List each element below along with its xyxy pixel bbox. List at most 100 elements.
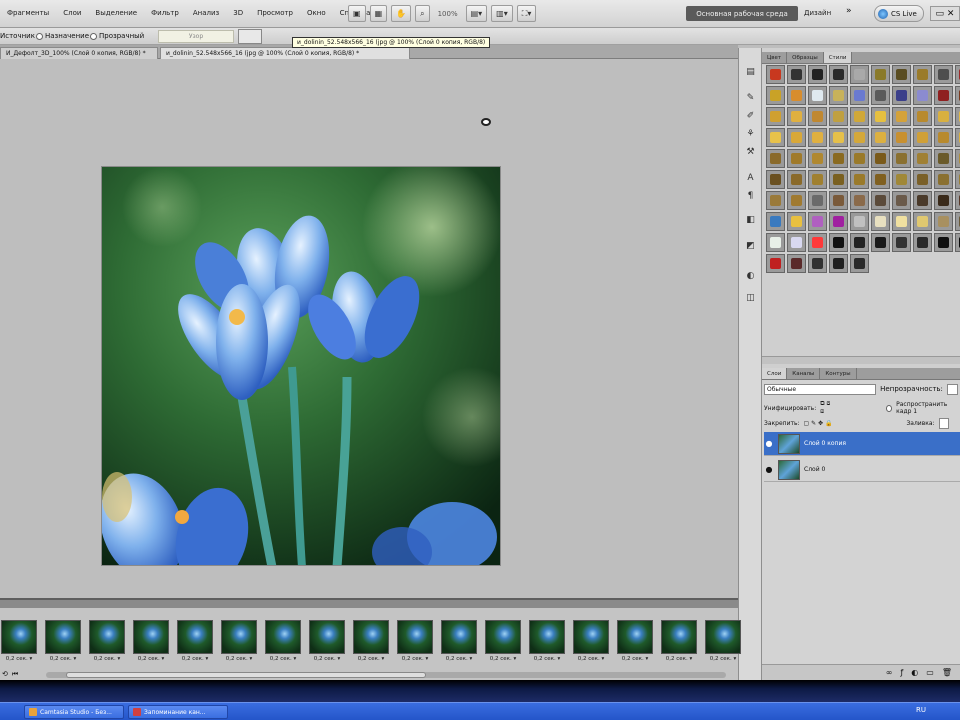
frame-delay[interactable]: 0,2 сек. ▾ xyxy=(182,656,208,662)
animation-frame[interactable]: 0,2 сек. ▾ xyxy=(0,620,38,668)
style-swatch[interactable] xyxy=(829,212,848,231)
style-swatch[interactable] xyxy=(913,65,932,84)
style-swatch[interactable] xyxy=(913,191,932,210)
style-swatch[interactable] xyxy=(871,128,890,147)
style-swatch[interactable] xyxy=(829,170,848,189)
style-swatch[interactable] xyxy=(850,212,869,231)
animation-frame[interactable]: 0,2 сек. ▾ xyxy=(704,620,742,668)
layer-row[interactable]: ● Слой 0 xyxy=(764,458,960,482)
style-swatch[interactable] xyxy=(787,170,806,189)
style-swatch[interactable] xyxy=(850,170,869,189)
style-swatch[interactable] xyxy=(892,86,911,105)
animation-frame[interactable]: 0,2 сек. ▾ xyxy=(132,620,170,668)
zoom-level[interactable]: 100% xyxy=(434,10,462,18)
animation-frame[interactable]: 0,2 сек. ▾ xyxy=(352,620,390,668)
style-swatch[interactable] xyxy=(829,233,848,252)
style-swatch[interactable] xyxy=(829,107,848,126)
animation-frame[interactable]: 0,2 сек. ▾ xyxy=(308,620,346,668)
tab-swatches[interactable]: Образцы xyxy=(787,52,824,63)
style-swatch[interactable] xyxy=(850,128,869,147)
style-swatch[interactable] xyxy=(871,86,890,105)
style-swatch[interactable] xyxy=(808,233,827,252)
frame-delay[interactable]: 0,2 сек. ▾ xyxy=(138,656,164,662)
style-swatch[interactable] xyxy=(829,65,848,84)
lock-icons[interactable]: ▢ ✎ ✥ 🔒 xyxy=(804,420,833,427)
loop-icon[interactable]: ⟲ xyxy=(2,670,8,679)
style-swatch[interactable] xyxy=(934,86,953,105)
style-swatch[interactable] xyxy=(892,128,911,147)
style-swatch[interactable] xyxy=(850,86,869,105)
animation-frame[interactable]: 0,2 сек. ▾ xyxy=(88,620,126,668)
animation-frame[interactable]: 0,2 сек. ▾ xyxy=(484,620,522,668)
brush-presets-icon[interactable]: ✎ xyxy=(744,92,757,105)
style-swatch[interactable] xyxy=(829,254,848,273)
trash-icon[interactable]: 🗑 xyxy=(942,668,952,677)
tab-document-2[interactable]: и_dolinin_52.548x566_16 (jpg @ 100% (Сло… xyxy=(160,47,410,59)
fx-icon[interactable]: ƒ xyxy=(900,668,903,677)
animation-frame[interactable]: 0,2 сек. ▾ xyxy=(616,620,654,668)
style-swatch[interactable] xyxy=(955,149,960,168)
mask-icon[interactable]: ◐ xyxy=(911,668,918,677)
animation-frame[interactable]: 0,2 сек. ▾ xyxy=(220,620,258,668)
eye-icon[interactable]: ● xyxy=(764,465,774,474)
style-swatch[interactable] xyxy=(892,107,911,126)
style-swatch[interactable] xyxy=(892,65,911,84)
frame-delay[interactable]: 0,2 сек. ▾ xyxy=(666,656,692,662)
style-swatch[interactable] xyxy=(913,107,932,126)
frame-delay[interactable]: 0,2 сек. ▾ xyxy=(534,656,560,662)
style-swatch[interactable] xyxy=(808,254,827,273)
menu-item-select[interactable]: Выделение xyxy=(88,9,144,17)
menu-item-layers[interactable]: Слои xyxy=(56,9,88,17)
taskbar-button-recorder[interactable]: Запоминание кан... xyxy=(128,705,228,719)
style-swatch[interactable] xyxy=(955,65,960,84)
style-swatch[interactable] xyxy=(808,128,827,147)
tab-document-1[interactable]: И_Дефолт_3D_100% (Слой 0 копия, RGB/8) * xyxy=(0,47,158,59)
animation-frame[interactable]: 0,2 сек. ▾ xyxy=(44,620,82,668)
animation-frame[interactable]: 0,2 сек. ▾ xyxy=(440,620,478,668)
frame-delay[interactable]: 0,2 сек. ▾ xyxy=(578,656,604,662)
style-swatch[interactable] xyxy=(892,191,911,210)
animation-scroll-thumb[interactable] xyxy=(66,672,426,678)
tab-paths[interactable]: Контуры xyxy=(820,368,857,379)
first-frame-icon[interactable]: ⏮ xyxy=(12,670,18,679)
arrange-icon[interactable]: ▥▾ xyxy=(491,5,513,22)
navigator-icon[interactable]: ◫ xyxy=(744,292,757,305)
tab-color[interactable]: Цвет xyxy=(762,52,788,63)
style-swatch[interactable] xyxy=(808,65,827,84)
style-swatch[interactable] xyxy=(955,107,960,126)
window-controls[interactable]: ▭ ✕ xyxy=(930,6,960,21)
frame-delay[interactable]: 0,2 сек. ▾ xyxy=(6,656,32,662)
style-swatch[interactable] xyxy=(787,191,806,210)
style-swatch[interactable] xyxy=(766,128,785,147)
option-source[interactable]: Источник xyxy=(0,32,35,40)
frame-delay[interactable]: 0,2 сек. ▾ xyxy=(226,656,252,662)
style-swatch[interactable] xyxy=(955,191,960,210)
style-swatch[interactable] xyxy=(766,149,785,168)
frame-delay[interactable]: 0,2 сек. ▾ xyxy=(446,656,472,662)
style-swatch[interactable] xyxy=(913,233,932,252)
menu-item-window[interactable]: Окно xyxy=(300,9,333,17)
more-workspaces-icon[interactable]: » xyxy=(846,6,860,20)
style-swatch[interactable] xyxy=(871,149,890,168)
menu-item-fragments[interactable]: Фрагменты xyxy=(0,9,56,17)
propagate-checkbox[interactable] xyxy=(885,404,893,412)
style-swatch[interactable] xyxy=(934,128,953,147)
style-swatch[interactable] xyxy=(871,170,890,189)
style-swatch[interactable] xyxy=(934,65,953,84)
view-extras-icon[interactable]: ▤▾ xyxy=(465,5,488,22)
style-swatch[interactable] xyxy=(934,170,953,189)
frame-delay[interactable]: 0,2 сек. ▾ xyxy=(94,656,120,662)
style-swatch[interactable] xyxy=(892,233,911,252)
style-swatch[interactable] xyxy=(871,191,890,210)
animation-scrollbar[interactable] xyxy=(46,672,726,678)
style-swatch[interactable] xyxy=(955,128,960,147)
history-icon[interactable]: ▤ xyxy=(744,66,757,79)
styles-scrollbar[interactable] xyxy=(762,356,960,364)
style-swatch[interactable] xyxy=(766,107,785,126)
bridge-icon[interactable]: ▣ xyxy=(348,5,366,22)
animation-frame[interactable]: 0,2 сек. ▾ xyxy=(528,620,566,668)
style-swatch[interactable] xyxy=(913,149,932,168)
frame-delay[interactable]: 0,2 сек. ▾ xyxy=(490,656,516,662)
character-icon[interactable]: A xyxy=(744,172,757,185)
style-swatch[interactable] xyxy=(850,149,869,168)
